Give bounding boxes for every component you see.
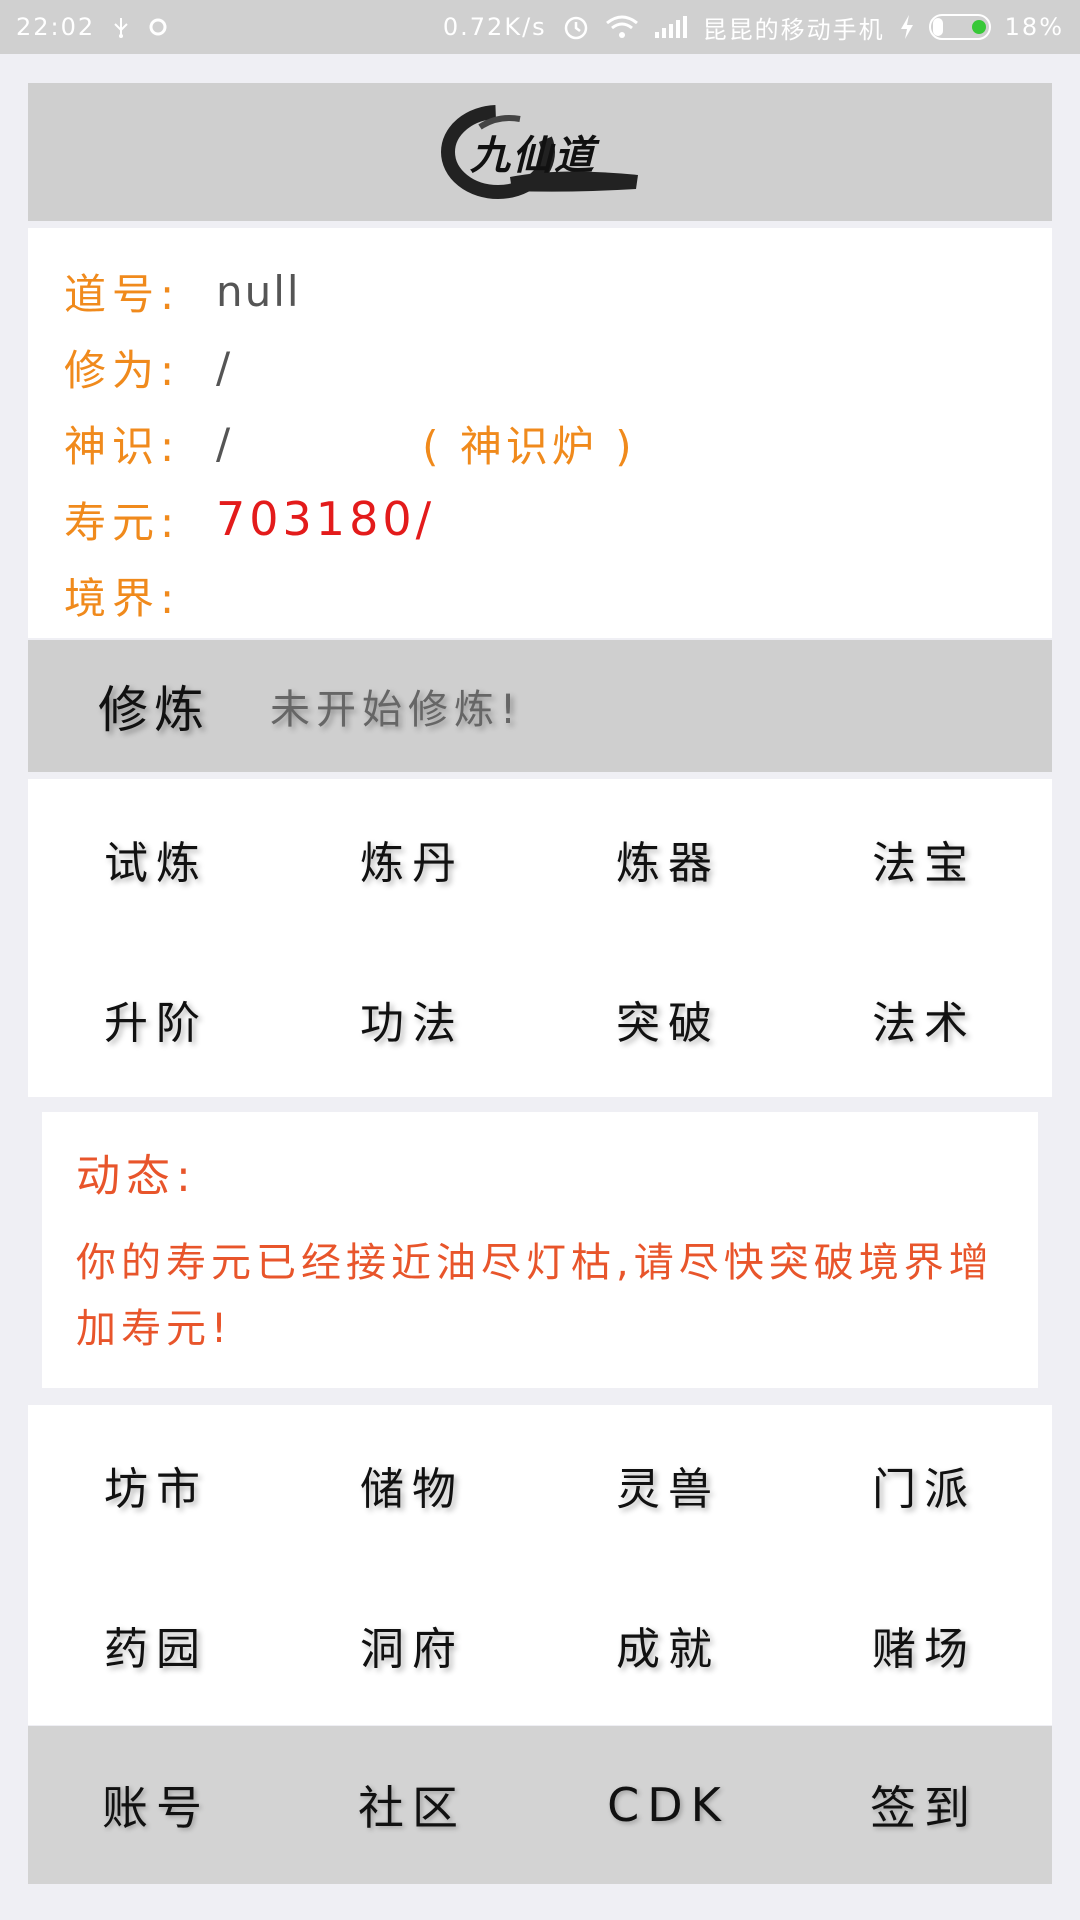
news-panel: 动态: 你的寿元已经接近油尽灯枯,请尽快突破境界增加寿元!	[42, 1112, 1038, 1388]
name-row: 道号: null	[64, 253, 1052, 329]
status-bar-right: 0.72K/s 昆昆的移动手机 18%	[443, 10, 1064, 45]
menu-cave-button[interactable]: 洞府	[284, 1565, 540, 1725]
status-bar: 22:02 0.72K/s 昆昆的移动手机 18%	[0, 0, 1080, 54]
clock: 22:02	[16, 13, 96, 41]
cultivation-row: 修为: /	[64, 329, 1052, 405]
battery-icon	[928, 14, 991, 40]
realm-row: 境界:	[64, 557, 1052, 633]
lifespan-row: 寿元: 703180/	[64, 481, 1052, 557]
spirit-row: 神识: / ( 神识炉 )	[64, 405, 1052, 481]
menu-achievements-button[interactable]: 成就	[540, 1565, 796, 1725]
bottom-nav-bar: 账号 社区 CDK 签到	[28, 1726, 1052, 1884]
usb-icon	[109, 16, 133, 38]
menu-treasure-button[interactable]: 法宝	[796, 779, 1052, 939]
battery-percent: 18%	[1004, 13, 1064, 41]
charging-icon	[899, 14, 915, 40]
signal-icon	[653, 14, 689, 40]
status-bar-left: 22:02	[16, 13, 169, 41]
news-title: 动态:	[76, 1151, 197, 1202]
lifespan-value: 703180/	[216, 492, 436, 546]
menu-spells-button[interactable]: 法术	[796, 939, 1052, 1099]
name-label: 道号:	[64, 269, 181, 319]
header-banner: 九仙道	[28, 83, 1052, 221]
menu-spirit-beast-button[interactable]: 灵兽	[540, 1405, 796, 1565]
spirit-label: 神识:	[64, 421, 181, 471]
wifi-icon	[605, 14, 639, 40]
menu-sect-button[interactable]: 门派	[796, 1405, 1052, 1565]
cultivate-button[interactable]: 修炼	[98, 670, 210, 742]
menu-herb-garden-button[interactable]: 药园	[28, 1565, 284, 1725]
lifespan-label: 寿元:	[64, 497, 181, 547]
carrier-name: 昆昆的移动手机	[702, 15, 885, 44]
realm-label: 境界:	[64, 573, 181, 623]
name-value: null	[216, 266, 301, 316]
battery-fill	[932, 18, 944, 36]
top-menu-grid: 试炼 炼丹 炼器 法宝 升阶 功法 突破 法术	[28, 779, 1052, 1097]
menu-casino-button[interactable]: 赌场	[796, 1565, 1052, 1725]
spirit-value: /	[216, 418, 233, 468]
news-body: 你的寿元已经接近油尽灯枯,请尽快突破境界增加寿元!	[76, 1240, 994, 1352]
menu-storage-button[interactable]: 储物	[284, 1405, 540, 1565]
nav-account-button[interactable]: 账号	[28, 1726, 284, 1884]
nav-cdk-button[interactable]: CDK	[540, 1726, 796, 1884]
nav-community-button[interactable]: 社区	[284, 1726, 540, 1884]
alarm-icon	[561, 12, 591, 42]
cultivate-bar[interactable]: 修炼 未开始修炼!	[28, 640, 1052, 772]
menu-alchemy-button[interactable]: 炼丹	[284, 779, 540, 939]
logo-text: 九仙道	[470, 132, 596, 179]
cultivation-value: /	[216, 342, 233, 392]
menu-technique-button[interactable]: 功法	[284, 939, 540, 1099]
nav-checkin-button[interactable]: 签到	[796, 1726, 1052, 1884]
menu-breakthrough-button[interactable]: 突破	[540, 939, 796, 1099]
battery-charge-dot	[971, 20, 986, 34]
menu-trial-button[interactable]: 试炼	[28, 779, 284, 939]
notification-dot-icon	[147, 16, 169, 38]
cultivation-label: 修为:	[64, 345, 181, 395]
menu-upgrade-button[interactable]: 升阶	[28, 939, 284, 1099]
bottom-menu-grid: 坊市 储物 灵兽 门派 药园 洞府 成就 赌场	[28, 1405, 1052, 1725]
menu-market-button[interactable]: 坊市	[28, 1405, 284, 1565]
app-logo: 九仙道	[440, 97, 640, 207]
profile-panel: 道号: null 修为: / 神识: / ( 神识炉 ) 寿元: 703180/…	[28, 228, 1052, 638]
net-speed: 0.72K/s	[442, 13, 547, 41]
cultivate-status: 未开始修炼!	[270, 687, 523, 733]
spirit-furnace-link[interactable]: ( 神识炉 )	[422, 413, 635, 474]
menu-forging-button[interactable]: 炼器	[540, 779, 796, 939]
